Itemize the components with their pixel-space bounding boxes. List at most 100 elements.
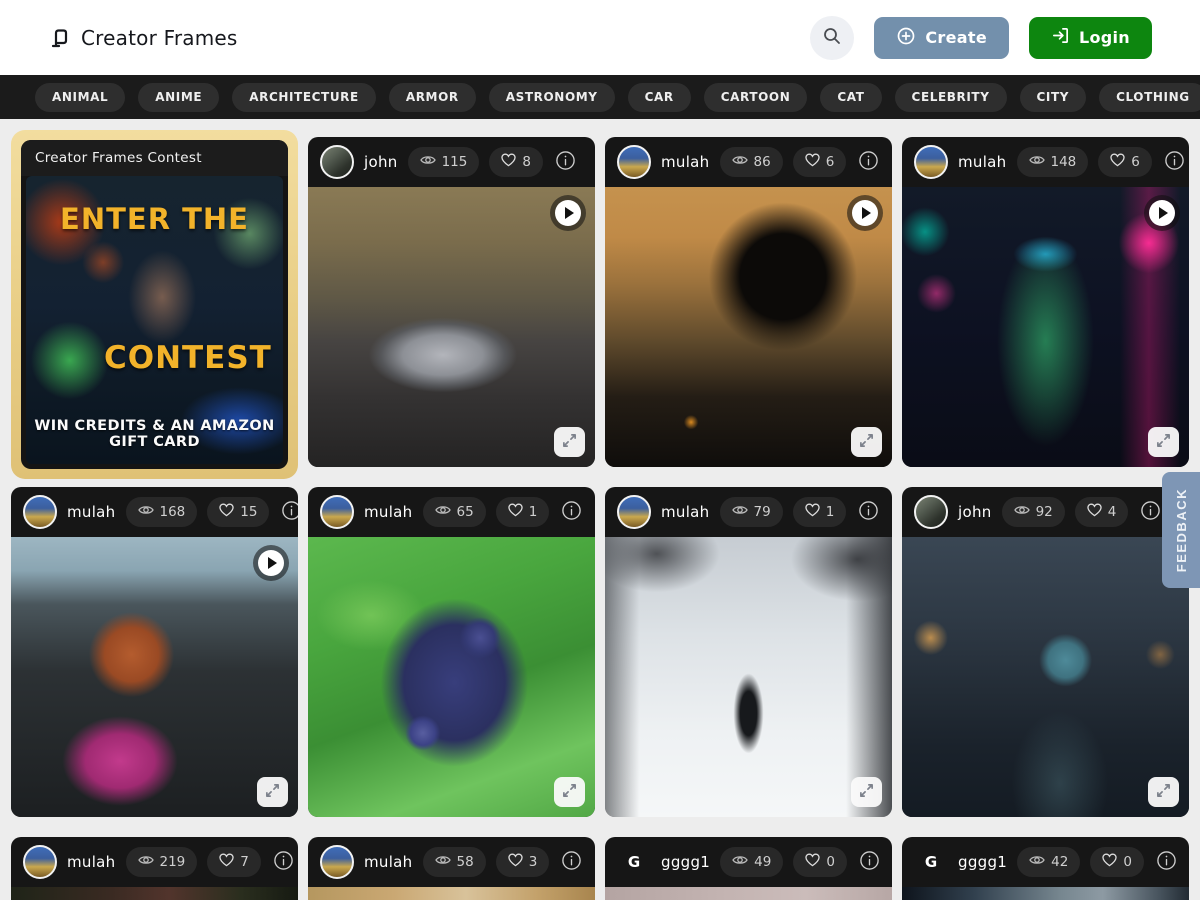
nav-category[interactable]: ASTRONOMY <box>489 83 615 112</box>
likes-pill[interactable]: 7 <box>207 847 261 877</box>
card-menu-button[interactable]: ⋮ <box>891 501 892 523</box>
nav-category[interactable]: ARCHITECTURE <box>232 83 376 112</box>
info-button[interactable] <box>1138 498 1163 526</box>
username[interactable]: mulah <box>661 503 710 521</box>
nav-category[interactable]: CITY <box>1020 83 1087 112</box>
play-button[interactable] <box>555 200 581 226</box>
eye-icon <box>435 854 451 870</box>
card-menu-button[interactable]: ⋮ <box>594 501 595 523</box>
nav-category[interactable]: CAT <box>820 83 881 112</box>
username[interactable]: john <box>958 503 992 521</box>
card-image[interactable] <box>11 887 298 900</box>
card-menu-button[interactable]: ⋮ <box>588 151 595 173</box>
card-image[interactable] <box>11 537 298 817</box>
card-image[interactable] <box>902 187 1189 467</box>
card-header: mulah 79 1 <box>605 487 892 537</box>
media-card: mulah 58 3 <box>308 837 595 900</box>
views-count: 65 <box>457 504 474 520</box>
nav-category[interactable]: ARMOR <box>389 83 476 112</box>
expand-button[interactable] <box>257 777 288 807</box>
likes-pill[interactable]: 0 <box>1090 847 1144 877</box>
info-icon <box>858 500 879 524</box>
logo[interactable]: Creator Frames <box>48 26 238 50</box>
card-header: john 115 8 <box>308 137 595 187</box>
card-menu-button[interactable]: ⋮ <box>891 151 892 173</box>
info-button[interactable] <box>856 148 881 176</box>
card-image[interactable] <box>605 887 892 900</box>
likes-count: 1 <box>529 504 538 520</box>
nav-category[interactable]: ANIME <box>138 83 219 112</box>
info-button[interactable] <box>1162 148 1187 176</box>
likes-pill[interactable]: 0 <box>793 847 847 877</box>
views-count: 115 <box>442 154 468 170</box>
nav-category[interactable]: ANIMAL <box>35 83 125 112</box>
info-button[interactable] <box>553 148 578 176</box>
avatar[interactable] <box>23 495 57 529</box>
card-image[interactable] <box>605 187 892 467</box>
info-button[interactable] <box>559 848 584 876</box>
likes-pill[interactable]: 6 <box>1098 147 1152 177</box>
info-button[interactable] <box>1154 848 1179 876</box>
avatar[interactable] <box>914 145 948 179</box>
play-button[interactable] <box>852 200 878 226</box>
username[interactable]: john <box>364 153 398 171</box>
expand-button[interactable] <box>554 427 585 457</box>
expand-button[interactable] <box>1148 427 1179 457</box>
expand-button[interactable] <box>1148 777 1179 807</box>
expand-button[interactable] <box>851 427 882 457</box>
username[interactable]: mulah <box>67 853 116 871</box>
likes-pill[interactable]: 1 <box>496 497 550 527</box>
likes-pill[interactable]: 1 <box>793 497 847 527</box>
nav-category[interactable]: CAR <box>628 83 691 112</box>
avatar[interactable] <box>617 495 651 529</box>
card-image[interactable] <box>308 887 595 900</box>
card-image[interactable] <box>605 537 892 817</box>
avatar[interactable] <box>23 845 57 879</box>
username[interactable]: gggg1 <box>661 853 710 871</box>
avatar[interactable] <box>617 145 651 179</box>
card-menu-button[interactable]: ⋮ <box>594 851 595 873</box>
info-button[interactable] <box>271 848 296 876</box>
avatar[interactable]: G <box>914 845 948 879</box>
card-image[interactable] <box>308 187 595 467</box>
info-button[interactable] <box>857 848 882 876</box>
expand-button[interactable] <box>851 777 882 807</box>
expand-button[interactable] <box>554 777 585 807</box>
username[interactable]: mulah <box>958 153 1007 171</box>
card-header: mulah 58 3 <box>308 837 595 887</box>
likes-pill[interactable]: 3 <box>496 847 550 877</box>
avatar[interactable] <box>320 845 354 879</box>
eye-icon <box>732 154 748 170</box>
info-button[interactable] <box>856 498 881 526</box>
username[interactable]: mulah <box>364 853 413 871</box>
likes-pill[interactable]: 6 <box>793 147 847 177</box>
likes-pill[interactable]: 15 <box>207 497 269 527</box>
login-button[interactable]: Login <box>1029 17 1152 59</box>
avatar[interactable] <box>320 495 354 529</box>
info-button[interactable] <box>559 498 584 526</box>
card-image[interactable] <box>902 537 1189 817</box>
avatar[interactable] <box>914 495 948 529</box>
likes-pill[interactable]: 4 <box>1075 497 1129 527</box>
username[interactable]: mulah <box>67 503 116 521</box>
contest-banner-card[interactable]: Creator Frames Contest ENTER THE CONTEST… <box>11 130 298 479</box>
card-image[interactable] <box>902 887 1189 900</box>
create-button[interactable]: Create <box>874 17 1009 59</box>
card-image[interactable] <box>308 537 595 817</box>
views-pill: 92 <box>1002 497 1065 527</box>
likes-pill[interactable]: 8 <box>489 147 543 177</box>
search-button[interactable] <box>810 16 854 60</box>
username[interactable]: gggg1 <box>958 853 1007 871</box>
nav-category[interactable]: CELEBRITY <box>895 83 1007 112</box>
play-button[interactable] <box>258 550 284 576</box>
feedback-tab[interactable]: FEEDBACK <box>1162 472 1200 588</box>
play-button[interactable] <box>1149 200 1175 226</box>
avatar[interactable] <box>320 145 354 179</box>
nav-category[interactable]: CLOTHING <box>1099 83 1200 112</box>
avatar[interactable]: G <box>617 845 651 879</box>
frames-logo-icon <box>48 26 72 50</box>
nav-category[interactable]: CARTOON <box>704 83 808 112</box>
username[interactable]: mulah <box>661 153 710 171</box>
info-button[interactable] <box>279 498 298 526</box>
username[interactable]: mulah <box>364 503 413 521</box>
